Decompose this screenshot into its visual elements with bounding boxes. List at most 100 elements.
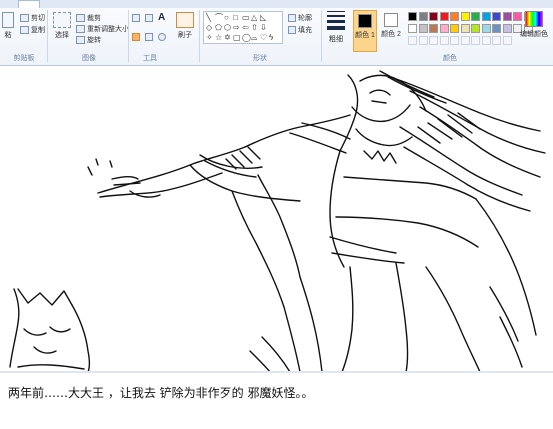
callout-oval-shape-icon[interactable]: ◯ [242,34,251,42]
custom-color-slot[interactable] [460,36,470,45]
size-button[interactable]: 粗细 [325,11,347,44]
palette-color-swatch[interactable] [408,12,417,21]
custom-color-slot[interactable] [429,36,438,45]
sketch-stroke [329,236,405,264]
tab-view[interactable] [52,0,72,8]
palette-color-swatch[interactable] [429,12,438,21]
lightning-shape-icon[interactable]: ϟ [269,34,273,42]
copy-label: 复制 [31,27,45,34]
cut-button[interactable]: 剪切 [20,13,45,23]
clipboard-group-label: 剪贴板 [13,55,35,62]
palette-color-swatch[interactable] [492,12,501,21]
copy-button[interactable]: 复制 [20,25,45,35]
sketch-stroke [379,70,447,104]
pentagon-shape-icon[interactable]: ⬠ [215,24,222,32]
up-arrow-shape-icon[interactable]: ⇧ [251,24,258,32]
custom-color-slot[interactable] [481,36,491,45]
sketch-stroke [225,146,261,170]
paste-button[interactable]: 粘 [0,12,16,40]
outline-dropdown[interactable]: 轮廓 [288,13,312,23]
sketch-stroke [257,174,301,278]
canvas-bottom-edge [0,371,553,373]
palette-color-swatch[interactable] [471,12,480,21]
hexagon-shape-icon[interactable]: ⬡ [224,24,231,32]
fill-dropdown[interactable]: 填充 [288,25,312,35]
drawing-canvas[interactable] [0,67,553,373]
palette-color-swatch[interactable] [492,24,501,33]
custom-color-slot[interactable] [408,36,417,45]
sketch-stroke [9,288,20,368]
sketch-stroke [244,114,351,148]
text-icon: A [158,12,166,23]
palette-color-swatch[interactable] [418,24,428,33]
right-triangle-shape-icon[interactable]: ◺ [260,14,266,22]
down-arrow-shape-icon[interactable]: ⇩ [260,24,267,32]
five-point-star-shape-icon[interactable]: ☆ [215,34,222,42]
custom-color-slot[interactable] [502,36,512,45]
resize-button[interactable]: 重新调整大小 [76,24,129,34]
custom-color-slot[interactable] [471,36,480,45]
callout-cloud-shape-icon[interactable]: ⌓ [251,34,257,42]
edit-colors-label: 编辑颜色 [520,31,548,38]
select-button[interactable]: 选择 [52,12,72,40]
palette-color-swatch[interactable] [502,12,512,21]
palette-color-swatch[interactable] [481,12,491,21]
palette-color-swatch[interactable] [450,24,459,33]
caption-text: 两年前……大大王 ，让我去 铲除为非作歹的 邪魔妖怪。。 [8,386,314,400]
rectangle-shape-icon[interactable]: □ [233,14,238,22]
six-point-star-shape-icon[interactable]: ✡ [224,34,231,42]
four-point-star-shape-icon[interactable]: ✧ [206,34,213,42]
palette-color-swatch[interactable] [460,24,470,33]
sketch-stroke [97,146,246,194]
rainbow-icon [525,11,543,27]
palette-color-swatch[interactable] [471,24,480,33]
brushes-button[interactable]: 刷子 [174,12,196,40]
palette-color-swatch[interactable] [418,12,428,21]
fill-tool[interactable] [145,14,153,22]
pencil-tool[interactable] [132,14,140,22]
custom-color-slot[interactable] [418,36,428,45]
color1-button[interactable]: 颜色 1 [353,10,377,52]
resize-icon [76,25,85,33]
left-arrow-shape-icon[interactable]: ⇦ [242,24,249,32]
eraser-tool[interactable] [132,33,140,41]
sketch-stroke [249,336,291,373]
palette-color-swatch[interactable] [429,24,438,33]
rounded-rectangle-shape-icon[interactable]: ▭ [242,14,250,22]
text-tool[interactable]: A [158,12,165,23]
triangle-shape-icon[interactable]: △ [251,14,257,22]
custom-color-slot[interactable] [439,36,449,45]
sketch-stroke [33,346,57,354]
palette-color-swatch[interactable] [439,12,449,21]
shapes-gallery[interactable]: ╲ ⌒ ○ □ ▭ △ ◺ ◇ ⬠ ⬡ ⇨ ⇦ ⇧ ⇩ ✧ ☆ ✡ ▢ ◯ ⌓ … [203,11,283,44]
callout-rect-shape-icon[interactable]: ▢ [233,34,241,42]
edit-colors-button[interactable]: 编辑颜色 [516,11,552,39]
palette-color-swatch[interactable] [481,24,491,33]
magnifier-tool[interactable] [158,33,166,41]
custom-color-slot[interactable] [492,36,501,45]
sketch-stroke [111,176,141,186]
line-shape-icon[interactable]: ╲ [206,14,211,22]
oval-shape-icon[interactable]: ○ [224,14,229,22]
palette-color-swatch[interactable] [450,12,459,21]
curve-shape-icon[interactable]: ⌒ [215,14,223,22]
right-arrow-shape-icon[interactable]: ⇨ [233,24,240,32]
paste-label: 粘 [4,32,12,39]
diamond-shape-icon[interactable]: ◇ [206,24,212,32]
crop-label: 裁剪 [87,15,101,22]
sketch-stroke [351,104,411,123]
color-picker-tool[interactable] [145,33,153,41]
palette-color-swatch[interactable] [439,24,449,33]
palette-color-swatch[interactable] [502,24,512,33]
palette-color-swatch[interactable] [408,24,417,33]
tab-home[interactable] [18,0,40,8]
heart-shape-icon[interactable]: ♡ [260,34,267,42]
rotate-button[interactable]: 旋转 [76,35,101,45]
crop-button[interactable]: 裁剪 [76,13,101,23]
custom-color-slot[interactable] [450,36,459,45]
sketch-stroke [363,150,397,164]
eyedropper-icon [145,33,153,41]
palette-color-swatch[interactable] [460,12,470,21]
sketch-stroke [335,216,479,248]
color2-button[interactable]: 颜色 2 [379,10,403,39]
